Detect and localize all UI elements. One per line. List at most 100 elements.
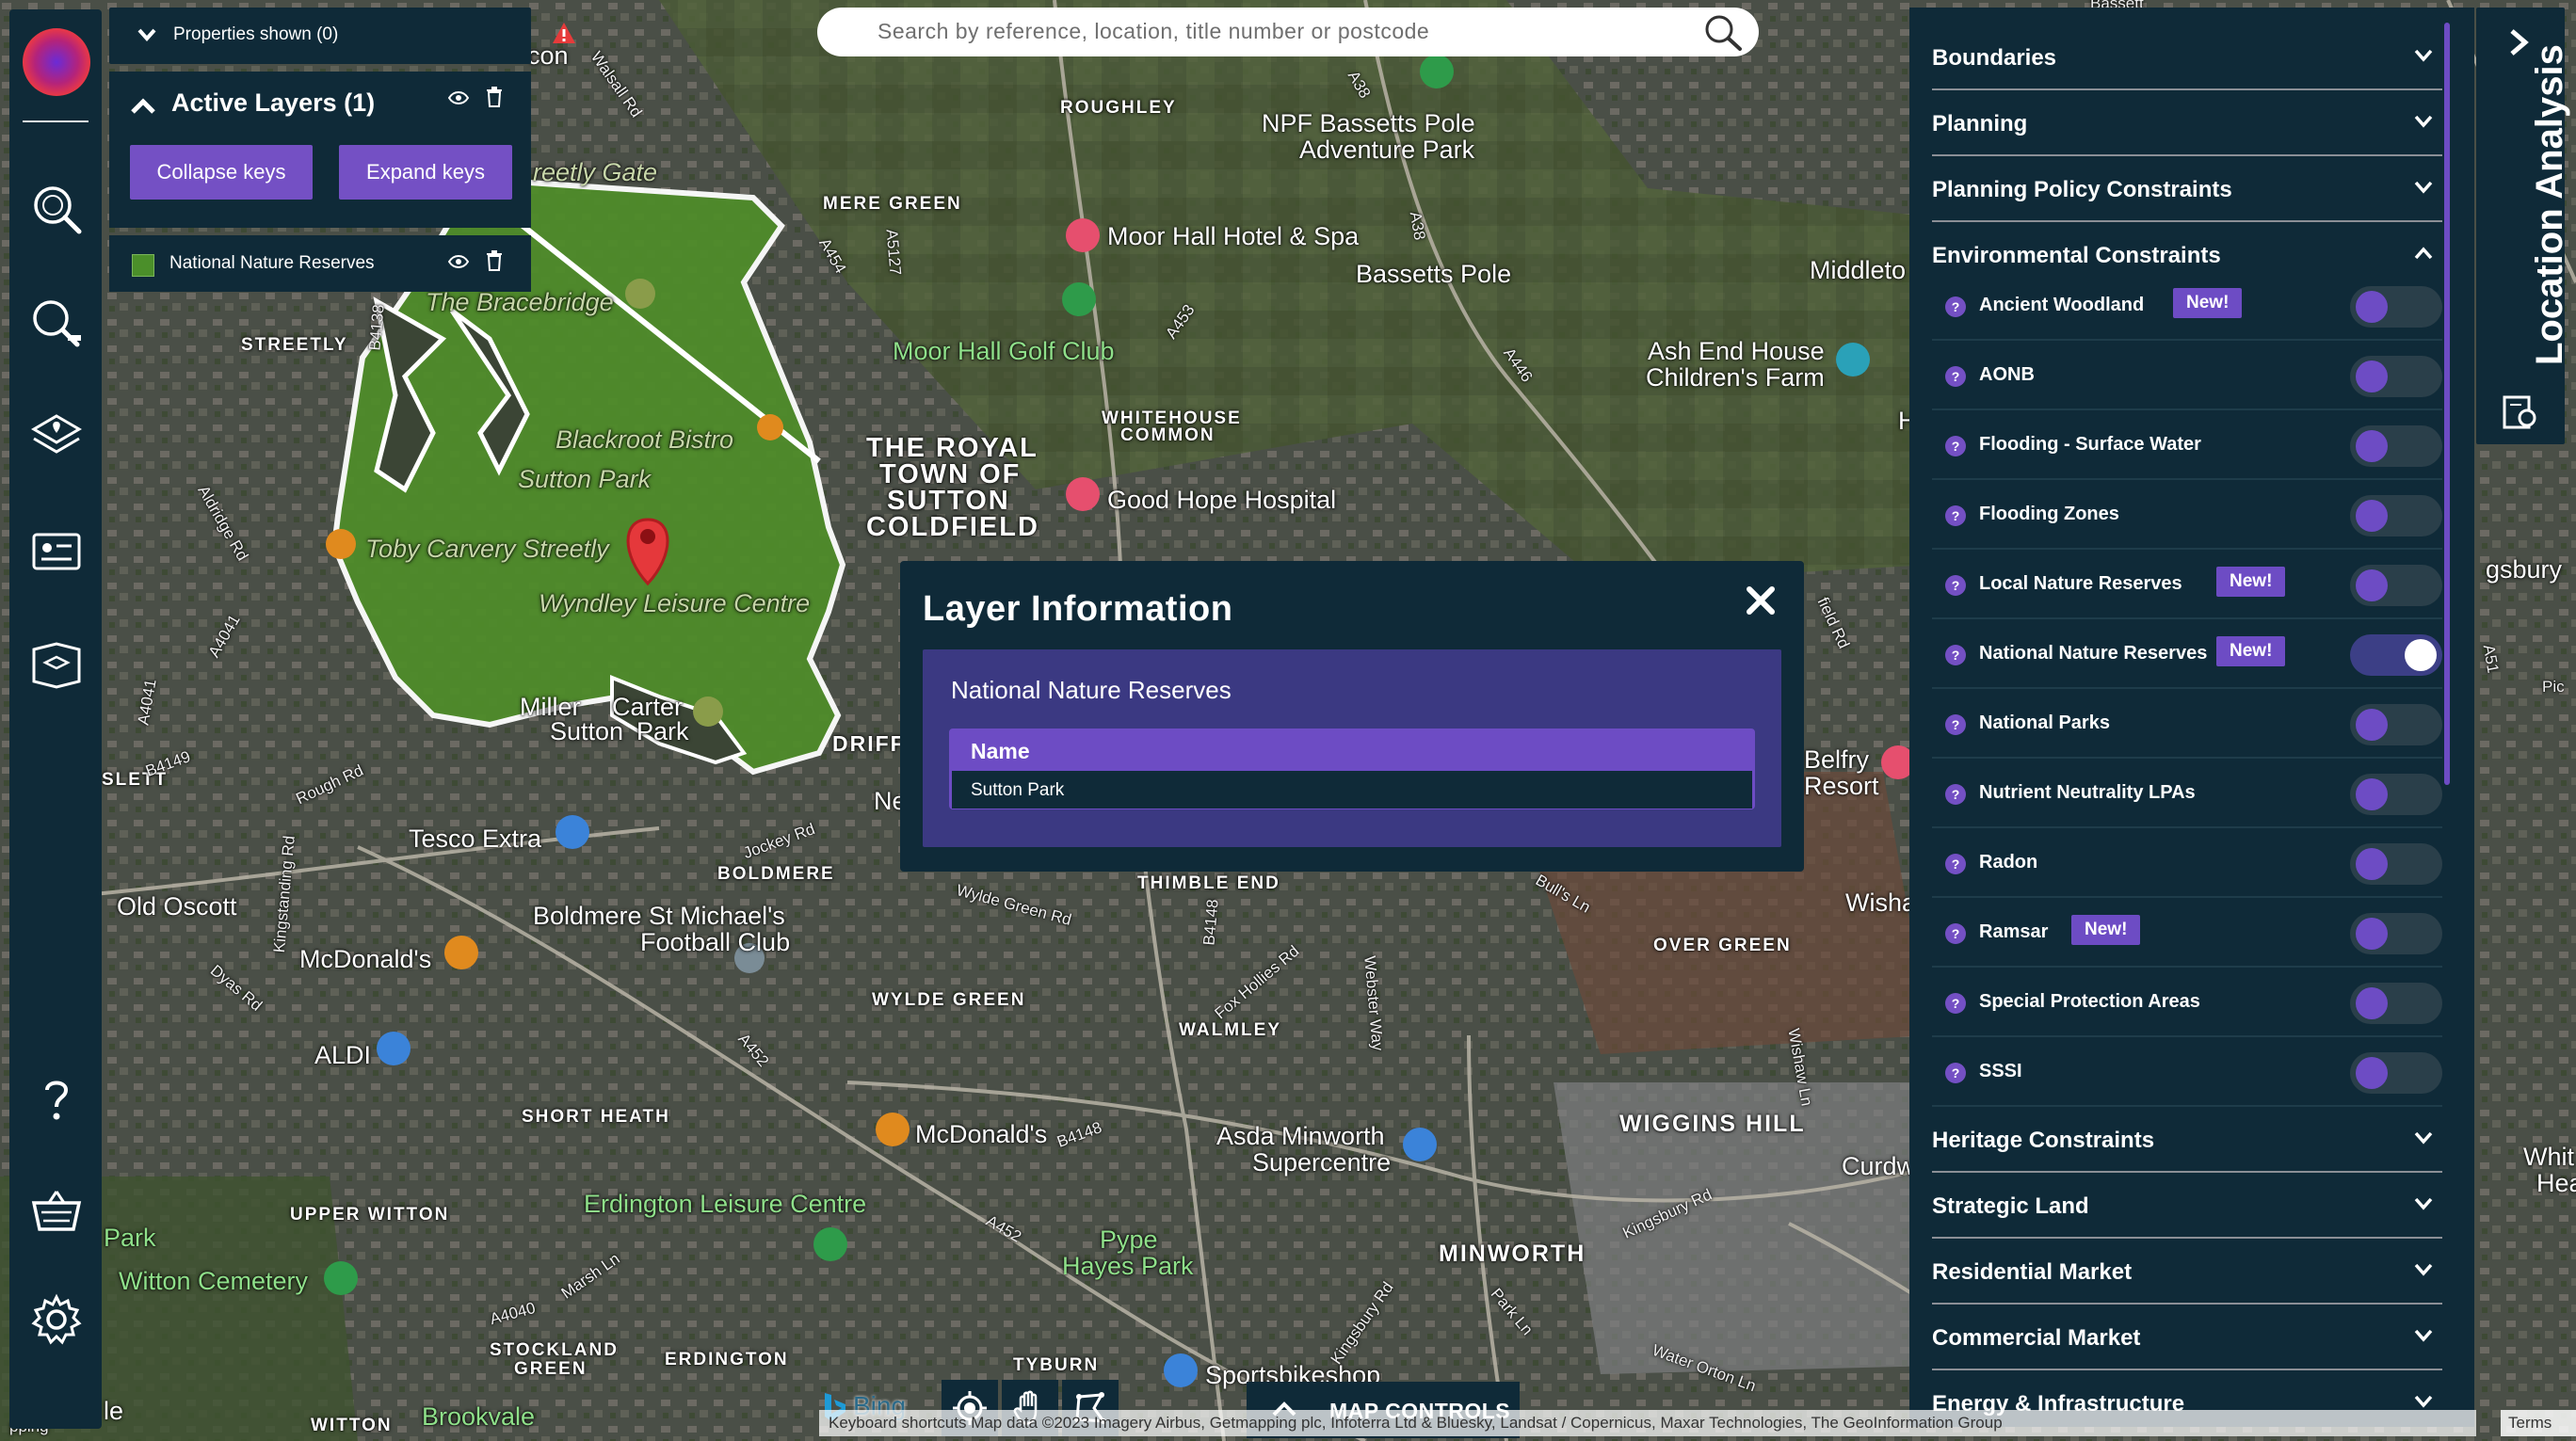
chevron-up-icon[interactable]	[130, 98, 156, 115]
section-label: Commercial Market	[1932, 1325, 2141, 1351]
layer-toggle[interactable]	[2350, 425, 2442, 467]
layer-color-swatch	[132, 254, 154, 277]
map-attribution: Keyboard shortcuts Map data ©2023 Imager…	[819, 1410, 2476, 1436]
eye-icon[interactable]	[448, 90, 469, 105]
info-icon[interactable]: ?	[1945, 993, 1966, 1014]
section-residential-market[interactable]: Residential Market	[1932, 1239, 2442, 1305]
map-label: Bassetts Pole	[1356, 260, 1512, 288]
info-icon[interactable]: ?	[1945, 436, 1966, 456]
layer-toggle[interactable]	[2350, 634, 2442, 676]
search-planning-icon[interactable]	[28, 294, 85, 350]
layers-map-icon[interactable]	[28, 408, 85, 465]
layer-toggle[interactable]	[2350, 704, 2442, 745]
layer-toggle[interactable]	[2350, 983, 2442, 1024]
map-label: TYBURN	[1013, 1355, 1100, 1375]
map-label: GREEN	[514, 1359, 588, 1379]
warning-icon[interactable]	[552, 21, 576, 45]
section-boundaries[interactable]: Boundaries	[1932, 24, 2442, 90]
info-icon[interactable]: ?	[1945, 575, 1966, 596]
layer-toggle[interactable]	[2350, 1052, 2442, 1094]
trash-icon[interactable]	[486, 250, 503, 271]
layer-item-flooding-surface-water: ? Flooding - Surface Water	[1932, 410, 2442, 480]
map-label: Supercentre	[1252, 1148, 1392, 1177]
document-analysis-icon[interactable]	[2501, 393, 2538, 431]
search-icon[interactable]	[1702, 13, 1744, 51]
map-label: ERDINGTON	[665, 1350, 789, 1369]
info-icon[interactable]: ?	[1945, 296, 1966, 317]
properties-shown-label: Properties shown (0)	[173, 24, 339, 44]
chevron-right-icon[interactable]	[2506, 28, 2531, 56]
section-planning[interactable]: Planning	[1932, 90, 2442, 156]
rail-divider	[23, 120, 89, 122]
expand-keys-button[interactable]: Expand keys	[339, 145, 512, 200]
map-label: Children's Farm	[1646, 363, 1825, 392]
map-label: Moor Hall Hotel & Spa	[1107, 222, 1360, 250]
toggle-knob	[2356, 709, 2388, 741]
map-book-icon[interactable]	[28, 636, 85, 693]
layer-toggle[interactable]	[2350, 356, 2442, 397]
trash-icon[interactable]	[486, 87, 503, 107]
properties-shown-bar[interactable]: Properties shown (0)	[109, 8, 575, 64]
toggle-knob	[2356, 291, 2388, 323]
app-logo[interactable]	[23, 28, 90, 96]
new-badge: New!	[2071, 915, 2141, 945]
map-label: Good Hope Hospital	[1107, 486, 1337, 514]
map-label: Erdington Leisure Centre	[584, 1190, 867, 1218]
layer-item-label: National Parks	[1979, 712, 2110, 733]
search-placeholder: Search by reference, location, title num…	[877, 19, 1430, 43]
section-heritage-constraints[interactable]: Heritage Constraints	[1932, 1107, 2442, 1173]
map-label: Pic	[2542, 678, 2565, 696]
info-icon[interactable]: ?	[1945, 1063, 1966, 1083]
eye-icon[interactable]	[448, 254, 469, 269]
map-label: COLDFIELD	[866, 512, 1039, 542]
terms-link[interactable]: Terms	[2501, 1410, 2576, 1436]
toggle-knob	[2356, 778, 2388, 810]
map-label: Curdw	[1842, 1152, 1916, 1180]
section-planning-policy-constraints[interactable]: Planning Policy Constraints	[1932, 156, 2442, 222]
map-label: con	[527, 41, 569, 70]
close-icon[interactable]	[1742, 582, 1779, 619]
map-label: THE ROYAL	[866, 433, 1038, 463]
map-label: Sutton Park	[518, 465, 652, 493]
layer-toggle[interactable]	[2350, 495, 2442, 536]
location-analysis-label: Location Analysis	[2529, 44, 2570, 365]
map-label: Blackroot Bistro	[555, 425, 734, 454]
search-input[interactable]: Search by reference, location, title num…	[817, 8, 1759, 56]
layer-toggle[interactable]	[2350, 843, 2442, 885]
info-icon[interactable]: ?	[1945, 714, 1966, 735]
section-strategic-land[interactable]: Strategic Land	[1932, 1173, 2442, 1239]
search-property-icon[interactable]	[28, 181, 85, 237]
reports-icon[interactable]	[28, 523, 85, 580]
layer-info-name: National Nature Reserves	[951, 676, 1232, 704]
info-icon[interactable]: ?	[1945, 784, 1966, 805]
info-icon[interactable]: ?	[1945, 854, 1966, 874]
settings-gear-icon[interactable]	[28, 1291, 85, 1348]
layer-item-label: SSSI	[1979, 1061, 2022, 1081]
location-analysis-tab[interactable]: Location Analysis	[2476, 8, 2570, 444]
info-icon[interactable]: ?	[1945, 366, 1966, 387]
table-header: Name	[952, 731, 1752, 771]
collapse-keys-button[interactable]: Collapse keys	[130, 145, 313, 200]
info-icon[interactable]: ?	[1945, 505, 1966, 526]
layer-toggle[interactable]	[2350, 565, 2442, 606]
section-commercial-market[interactable]: Commercial Market	[1932, 1305, 2442, 1370]
active-layer-name: National Nature Reserves	[169, 253, 375, 273]
layer-toggle[interactable]	[2350, 286, 2442, 328]
info-icon[interactable]: ?	[1945, 645, 1966, 665]
section-label: Planning	[1932, 111, 2028, 136]
layer-toggle[interactable]	[2350, 774, 2442, 815]
map-label: ROUGHLEY	[1060, 98, 1177, 118]
layer-information-popup: Layer Information National Nature Reserv…	[900, 561, 1804, 872]
basket-icon[interactable]	[28, 1182, 85, 1239]
map-label: Witton Cemetery	[119, 1267, 309, 1295]
help-icon[interactable]	[28, 1071, 85, 1128]
right-panel-scrollbar[interactable]	[2444, 23, 2450, 785]
map-label: Tesco Extra	[409, 825, 542, 853]
toggle-knob	[2356, 1057, 2388, 1089]
layer-item-sssi: ? SSSI	[1932, 1037, 2442, 1107]
table-cell: Sutton Park	[952, 771, 1752, 809]
map-label: Whit	[2523, 1143, 2574, 1171]
layer-toggle[interactable]	[2350, 913, 2442, 954]
chevron-down-icon	[2414, 1395, 2433, 1408]
info-icon[interactable]: ?	[1945, 923, 1966, 944]
